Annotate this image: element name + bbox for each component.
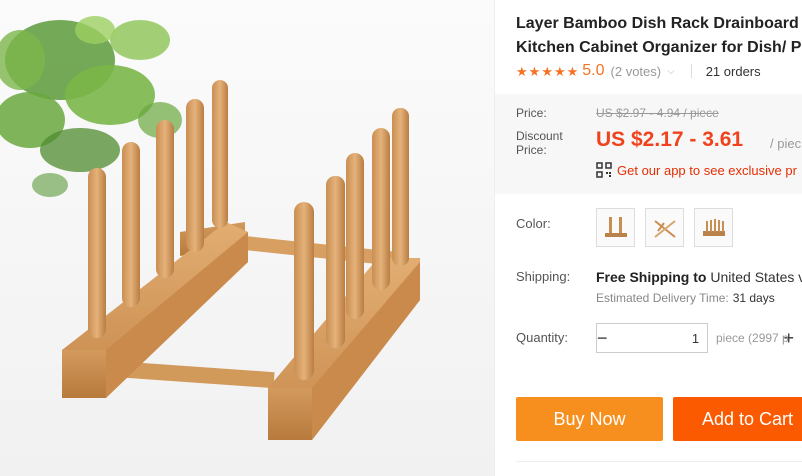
qr-code-icon [596,162,612,178]
votes-link[interactable]: (2 votes) [611,64,662,79]
delivery-value: 31 days [732,291,775,305]
divider [690,64,692,78]
quantity-available: piece (2997 p [716,331,789,345]
orders-count: 21 orders [705,63,761,79]
estimated-delivery: Estimated Delivery Time: 31 days [596,291,775,305]
product-title-line2: Kitchen Cabinet Organizer for Dish/ Pla [516,39,802,56]
star-icon: ★ [528,63,541,79]
color-label: Color: [516,216,551,231]
original-price: US $2.97 - 4.94 / piece [596,106,719,120]
star-icon: ★ [541,63,553,79]
quantity-stepper: − + [596,323,794,353]
dish-rack-photo [0,0,494,476]
rack-thumb-icon [604,216,627,237]
star-icon: ★ [516,63,528,79]
discount-price: US $2.17 - 3.61 [596,128,744,151]
price-section: Price: US $2.97 - 4.94 / piece Discount … [495,94,802,194]
price-unit: / piec [770,136,802,151]
product-title: Layer Bamboo Dish Rack Drainboard D Kitc… [516,12,802,60]
price-label: Price: [516,106,547,120]
rack-thumb-icon [653,219,676,238]
discount-price-label: Discount Price: [516,129,563,157]
quantity-label: Quantity: [516,330,569,345]
rating-row: ★ ★ ★ ★ ★ 5.0 (2 votes) ⌵ 21 orders [516,62,761,80]
app-promo-text: Get our app to see exclusive pr [617,162,797,178]
shipping-info[interactable]: Free Shipping to United States v [596,269,802,285]
color-options [596,208,733,247]
shipping-destination[interactable]: United States v [710,269,802,285]
decrease-quantity-button[interactable]: − [597,324,608,352]
star-rating: ★ ★ ★ ★ ★ [516,65,578,78]
product-image[interactable] [0,0,494,476]
divider [516,461,802,462]
app-promo-link[interactable]: Get our app to see exclusive pr [596,162,797,178]
color-option-2[interactable] [645,208,684,247]
shipping-label: Shipping: [516,269,571,284]
rating-value: 5.0 [582,62,605,79]
add-to-cart-button[interactable]: Add to Cart [673,397,802,441]
chevron-down-icon[interactable]: ⌵ [667,66,675,77]
delivery-label: Estimated Delivery Time: [596,291,729,305]
color-option-3[interactable] [694,208,733,247]
star-icon: ★ [566,63,579,79]
product-title-line1: Layer Bamboo Dish Rack Drainboard D [516,15,802,32]
product-info-panel: Layer Bamboo Dish Rack Drainboard D Kitc… [494,0,802,476]
color-option-1[interactable] [596,208,635,247]
buy-now-button[interactable]: Buy Now [516,397,663,441]
star-icon: ★ [553,63,566,79]
rack-thumb-icon [702,218,725,236]
free-shipping-text: Free Shipping to [596,269,707,285]
